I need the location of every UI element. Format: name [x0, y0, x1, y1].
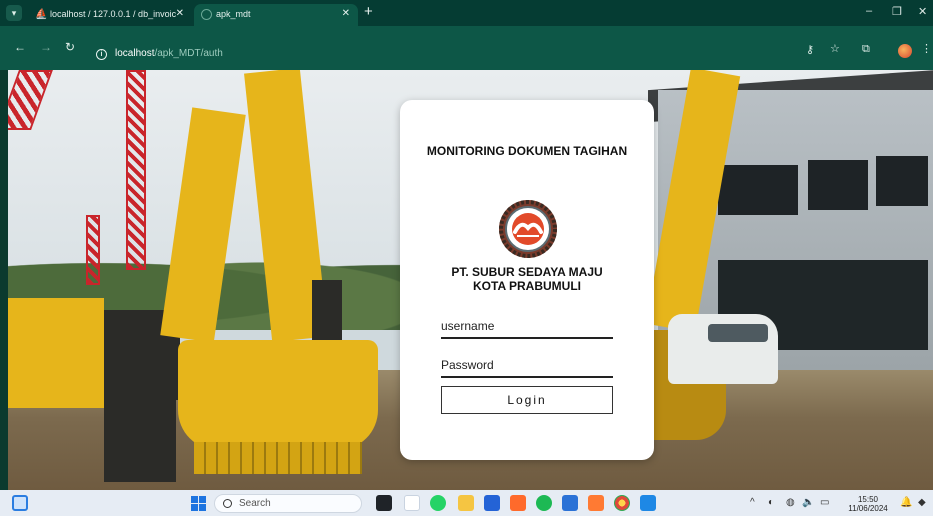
app-title: MONITORING DOKUMEN TAGIHAN — [426, 144, 628, 158]
new-tab-button[interactable]: + — [364, 3, 373, 21]
clock-time: 15:50 — [857, 495, 879, 504]
background-crane — [86, 215, 100, 285]
close-window-button[interactable]: ✕ — [918, 5, 927, 18]
background-excavator-body — [312, 280, 342, 340]
copilot-icon[interactable]: ◆ — [918, 497, 926, 509]
windows-taskbar: Search ^ ◐ ◍ 🔈 ▭ 15:50 11/06/2024 🔔 ◆ — [0, 490, 933, 516]
menu-kebab-icon[interactable]: ⋮ — [921, 42, 932, 56]
taskbar-clock[interactable]: 15:50 11/06/2024 — [844, 495, 892, 513]
minimize-button[interactable]: – — [866, 5, 872, 17]
background-loader — [8, 298, 104, 408]
profile-avatar[interactable] — [898, 44, 912, 58]
clock-date: 11/06/2024 — [848, 504, 888, 513]
tab-title: localhost / 127.0.0.1 / db_invoic — [50, 9, 177, 19]
task-view-icon[interactable] — [376, 495, 392, 511]
background-excavator-bucket — [178, 340, 378, 450]
word-icon[interactable] — [562, 495, 578, 511]
widgets-icon[interactable] — [12, 495, 28, 511]
building-window — [876, 156, 928, 206]
company-name: PT. SUBUR SEDAYA MAJU KOTA PRABUMULI — [400, 265, 654, 293]
xampp-icon[interactable] — [588, 495, 604, 511]
browser-tab-bar: ▾ ⛵ localhost / 127.0.0.1 / db_invoic ✕ … — [0, 0, 933, 26]
vscode-icon[interactable] — [640, 495, 656, 511]
volume-icon[interactable]: 🔈 — [802, 497, 814, 509]
building-window — [808, 160, 868, 210]
sublime-text-icon[interactable] — [510, 495, 526, 511]
building-window — [718, 165, 798, 215]
page-viewport: MONITORING DOKUMEN TAGIHAN PT. SUBUR SED… — [8, 70, 933, 490]
browser-toolbar: ← → ↻ i localhost/apk_MDT/auth ⚷ ☆ ⧉ ⋮ — [0, 26, 933, 70]
tray-chevron-icon[interactable]: ^ — [750, 497, 755, 509]
site-info-icon[interactable]: i — [96, 49, 107, 60]
search-placeholder: Search — [239, 498, 271, 509]
notification-bell-icon[interactable]: 🔔 — [900, 497, 912, 509]
password-key-icon[interactable]: ⚷ — [806, 43, 814, 57]
address-host: localhost — [115, 48, 155, 59]
taskbar-search[interactable]: Search — [214, 494, 362, 513]
tab-phpmyadmin[interactable]: ⛵ localhost / 127.0.0.1 / db_invoic ✕ — [28, 4, 192, 26]
password-input[interactable] — [441, 354, 613, 378]
background-crane — [126, 70, 146, 270]
reload-icon[interactable]: ↻ — [65, 40, 75, 54]
background-bucket-teeth — [194, 442, 362, 474]
microsoft-store-icon[interactable] — [484, 495, 500, 511]
company-name-line2: KOTA PRABUMULI — [473, 279, 581, 293]
tray-app-icon[interactable]: ◐ — [768, 497, 774, 509]
network-icon[interactable]: ◍ — [786, 497, 795, 509]
background-track — [104, 400, 176, 482]
windows-start-icon[interactable] — [191, 496, 206, 511]
van-window — [708, 324, 768, 342]
phpmyadmin-icon: ⛵ — [35, 9, 48, 20]
file-explorer-icon[interactable] — [458, 495, 474, 511]
extensions-icon[interactable]: ⧉ — [862, 42, 870, 56]
tab-close-icon[interactable]: ✕ — [176, 4, 184, 24]
tab-apk-mdt[interactable]: apk_mdt ✕ — [194, 4, 358, 26]
company-name-line1: PT. SUBUR SEDAYA MAJU — [451, 265, 603, 279]
maximize-button[interactable]: ❐ — [892, 5, 902, 18]
whatsapp-icon[interactable] — [430, 495, 446, 511]
background-van — [668, 314, 778, 384]
tab-close-icon[interactable]: ✕ — [342, 4, 350, 24]
search-icon — [223, 499, 232, 508]
back-arrow-icon[interactable]: ← — [14, 40, 26, 54]
username-input[interactable] — [441, 315, 613, 339]
address-bar[interactable]: i localhost/apk_MDT/auth — [86, 44, 866, 66]
tab-search-chevron-icon[interactable]: ▾ — [6, 5, 22, 21]
teams-icon[interactable] — [404, 495, 420, 511]
login-card: MONITORING DOKUMEN TAGIHAN PT. SUBUR SED… — [400, 100, 654, 460]
company-gear-logo-icon — [499, 200, 557, 258]
login-button[interactable]: Login — [441, 386, 613, 414]
tab-title: apk_mdt — [216, 9, 251, 19]
spotify-icon[interactable] — [536, 495, 552, 511]
bookmark-star-icon[interactable]: ☆ — [830, 42, 840, 56]
battery-icon[interactable]: ▭ — [820, 497, 829, 509]
globe-icon — [201, 9, 212, 20]
address-path: /apk_MDT/auth — [154, 48, 223, 59]
chrome-icon[interactable] — [614, 495, 630, 511]
forward-arrow-icon[interactable]: → — [40, 40, 52, 54]
address-url: localhost/apk_MDT/auth — [115, 43, 223, 65]
